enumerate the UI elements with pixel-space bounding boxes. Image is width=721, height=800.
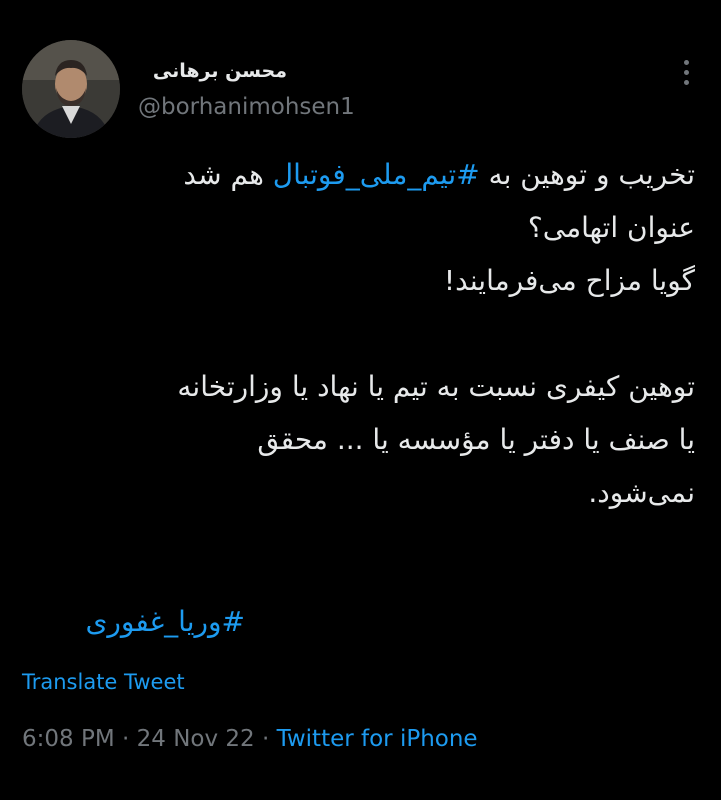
- author-display-name[interactable]: محسن برهانی: [153, 60, 287, 82]
- profile-photo-icon: [22, 40, 120, 138]
- translate-tweet-link[interactable]: Translate Tweet: [22, 670, 185, 694]
- author-handle[interactable]: @borhanimohsen1: [138, 94, 355, 120]
- tweet-line: یا صنف یا دفتر یا مؤسسه یا ... محقق: [257, 423, 695, 456]
- hashtag-link[interactable]: #تیم_ملی_فوتبال: [273, 158, 480, 191]
- dot-icon: [683, 59, 689, 65]
- tweet-text-segment: تخریب و توهین به: [479, 158, 695, 191]
- dot-icon: [683, 79, 689, 85]
- hashtag-link[interactable]: #وریا_غفوری: [85, 605, 245, 638]
- dot-icon: [683, 69, 689, 75]
- tweet-line: عنوان اتهامی؟: [527, 211, 695, 244]
- separator: ·: [114, 726, 137, 752]
- tweet-time[interactable]: 6:08 PM: [22, 726, 115, 752]
- tweet-line: توهین کیفری نسبت به تیم یا نهاد یا وزارت…: [177, 370, 695, 403]
- tweet-source-link[interactable]: Twitter for iPhone: [277, 726, 478, 752]
- tweet-line: تخریب و توهین به #تیم_ملی_فوتبال هم شد: [15, 148, 695, 201]
- tweet-text-segment: هم شد: [183, 158, 273, 191]
- tweet-line: نمی‌شود.: [588, 476, 695, 509]
- tweet-line: گویا مزاح می‌فرمایند!: [443, 264, 695, 297]
- avatar[interactable]: [22, 40, 120, 138]
- separator: ·: [254, 726, 277, 752]
- more-options-button[interactable]: [672, 54, 700, 90]
- tweet-date[interactable]: 24 Nov 22: [137, 726, 255, 752]
- tweet-metadata: 6:08 PM · 24 Nov 22 · Twitter for iPhone: [22, 726, 478, 752]
- tweet-text: تخریب و توهین به #تیم_ملی_فوتبال هم شد ع…: [15, 148, 695, 519]
